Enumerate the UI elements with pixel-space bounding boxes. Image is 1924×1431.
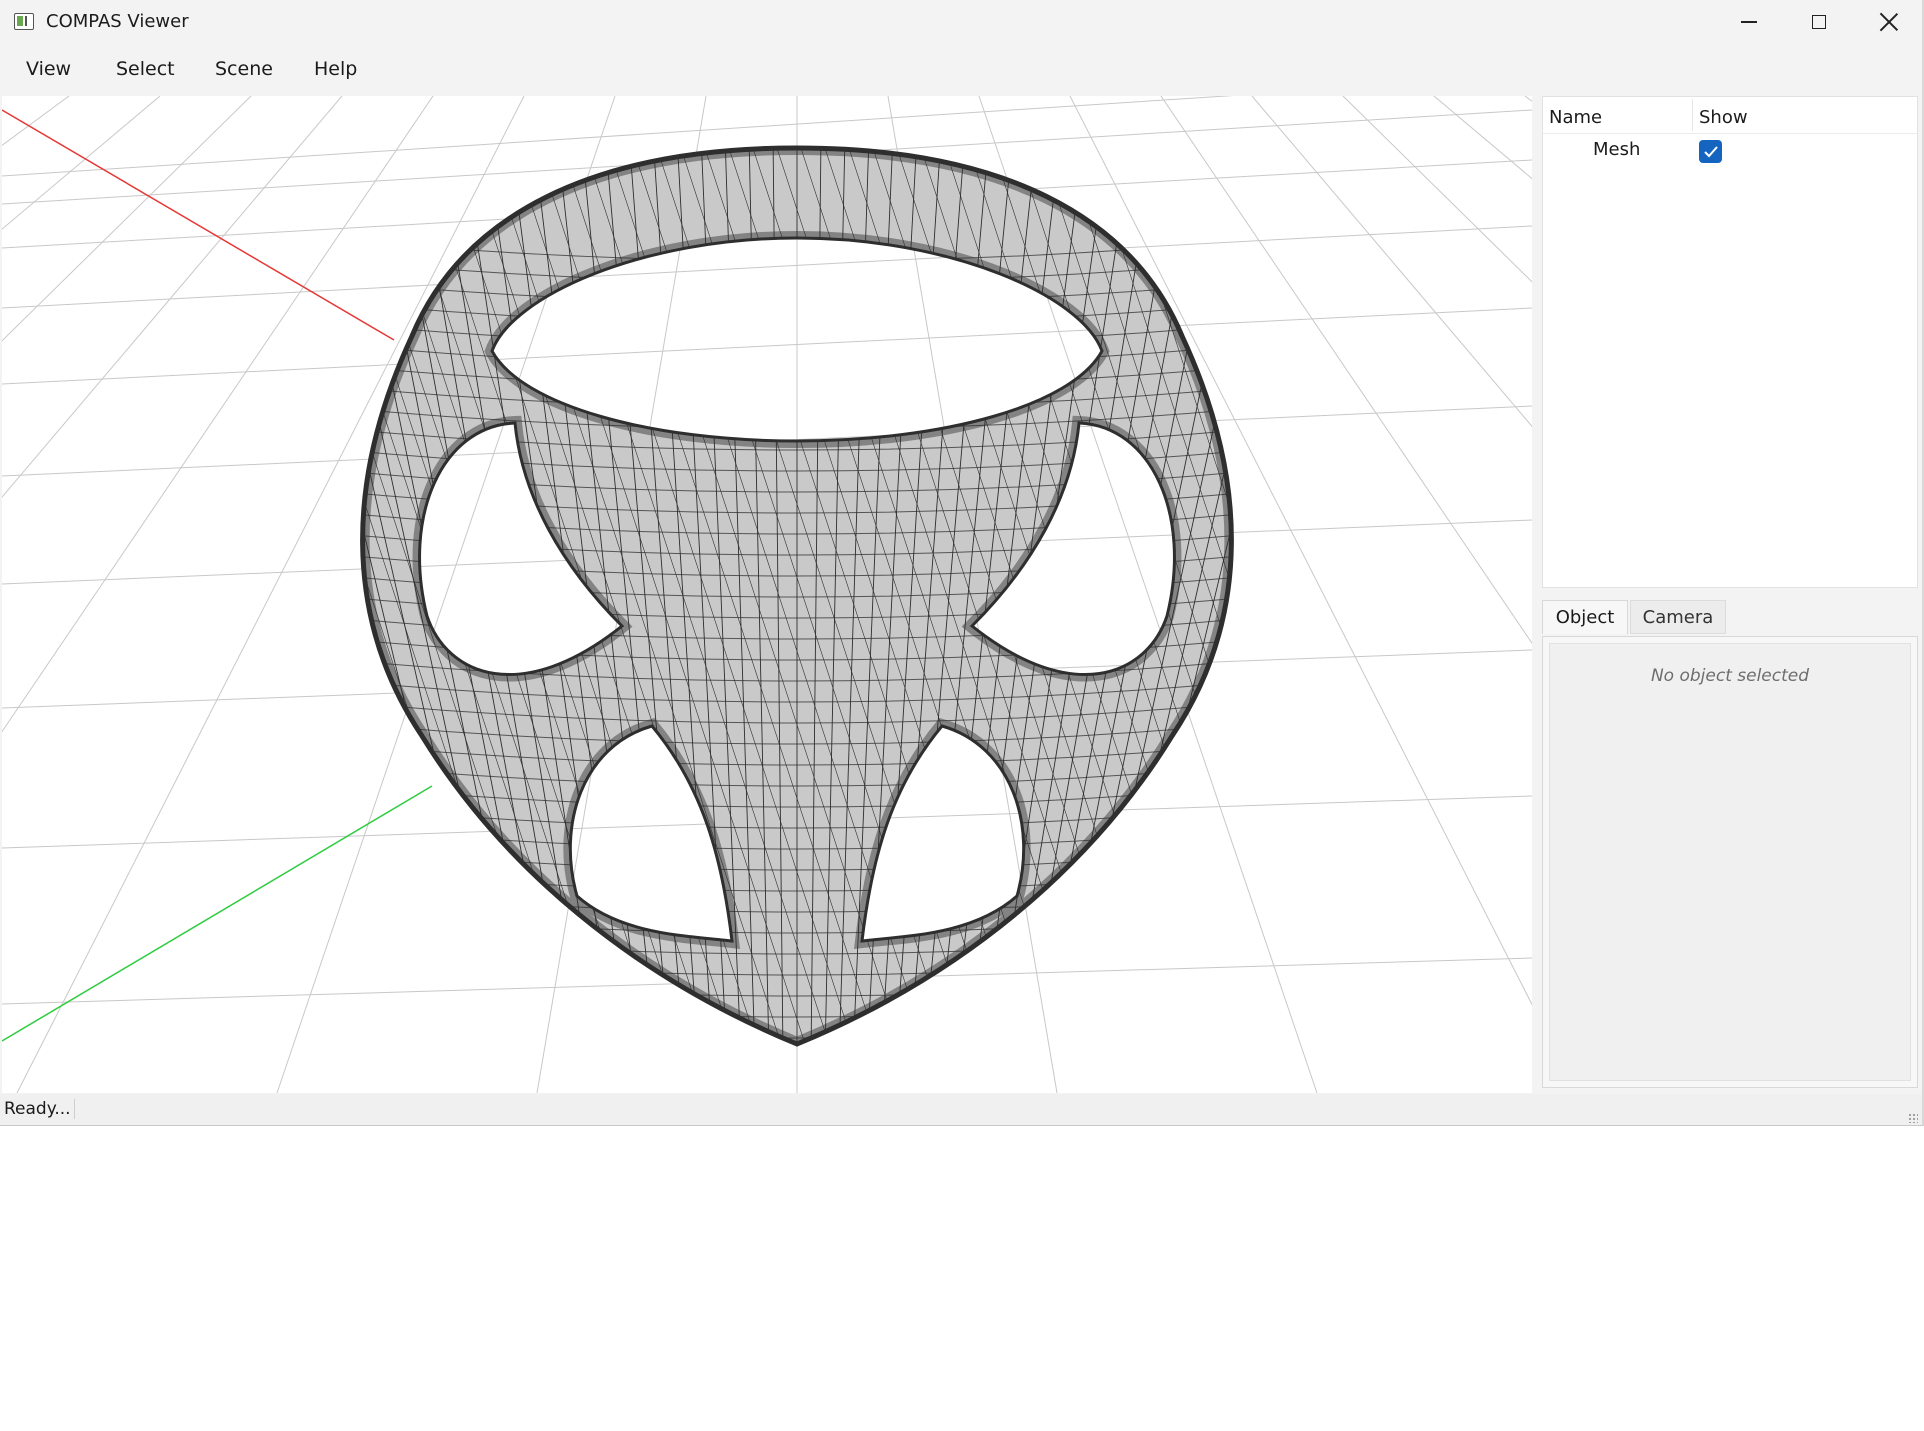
menu-scene[interactable]: Scene [211, 56, 277, 82]
mesh-edge [362, 148, 378, 1044]
grid-line [1342, 96, 1532, 283]
mesh-edge [362, 148, 476, 1044]
x-axis-line [2, 109, 395, 341]
minimize-button[interactable] [1714, 0, 1784, 44]
mesh-edge [1373, 136, 1532, 1056]
mesh-edge [1277, 136, 1532, 1056]
mesh-edge [362, 148, 406, 1044]
column-header-name[interactable]: Name [1549, 107, 1602, 128]
mesh-edge [1325, 136, 1532, 1056]
mesh-edge [362, 148, 474, 1044]
grid-line [2, 96, 70, 147]
scene-tree-panel: Name Show Mesh [1542, 96, 1918, 588]
mesh-edge [362, 148, 402, 1044]
object-panel-content: No object selected [1549, 643, 1911, 1081]
menu-bar: View Select Scene Help [0, 44, 1922, 94]
menu-select[interactable]: Select [112, 56, 179, 82]
tab-bar: Object Camera [1542, 598, 1918, 636]
status-bar: Ready... [0, 1094, 1922, 1125]
mesh-edge [362, 148, 462, 1044]
viewport-canvas[interactable] [2, 96, 1532, 1093]
grid-line [1524, 96, 1532, 102]
column-divider[interactable] [1692, 99, 1693, 131]
app-window: COMPAS Viewer View Select Scene Help Nam… [0, 0, 1924, 1126]
mesh-edge [1301, 136, 1532, 1056]
empty-message: No object selected [1650, 666, 1810, 686]
mesh-edge [1253, 136, 1532, 1056]
3d-viewport[interactable] [2, 96, 1532, 1093]
window-title: COMPAS Viewer [46, 11, 189, 32]
mesh-edge [1118, 148, 1232, 1044]
grid-line [2, 96, 161, 230]
close-icon [1880, 13, 1898, 31]
grid-line [1251, 96, 1532, 428]
mesh-edge [1228, 148, 1232, 1044]
grid-line [2, 307, 1532, 385]
tab-camera[interactable]: Camera [1630, 600, 1726, 634]
object-panel: No object selected [1542, 636, 1918, 1088]
maximize-icon [1812, 15, 1826, 29]
mesh-edge [1349, 136, 1532, 1056]
close-button[interactable] [1854, 0, 1922, 44]
status-text: Ready... [4, 1099, 75, 1119]
scene-row-mesh[interactable]: Mesh [1543, 137, 1917, 167]
grid-line [1433, 96, 1532, 180]
show-mesh-checkbox[interactable] [1699, 140, 1722, 163]
title-bar[interactable]: COMPAS Viewer [0, 0, 1922, 44]
grid-line [16, 96, 525, 1093]
mesh-edge [1216, 148, 1232, 1044]
resize-grip-icon[interactable] [1908, 1113, 1918, 1123]
mesh-edge [1084, 148, 1232, 1044]
mesh-edge [1060, 148, 1232, 1044]
mesh-edge [1188, 148, 1232, 1044]
app-icon [14, 13, 34, 30]
mesh-edge [362, 148, 392, 1044]
tab-object[interactable]: Object [1542, 600, 1628, 634]
mesh-edge [1493, 136, 1532, 1056]
header-divider [1543, 133, 1917, 134]
column-header-show[interactable]: Show [1699, 107, 1748, 128]
minimize-icon [1741, 21, 1757, 23]
checkmark-icon [1703, 145, 1718, 157]
y-axis-line [2, 785, 433, 1042]
grid-line [1069, 96, 1532, 1006]
mesh-edge [1204, 148, 1232, 1044]
scene-row-name: Mesh [1593, 139, 1641, 160]
mesh-edge [1108, 148, 1232, 1044]
menu-view[interactable]: View [22, 56, 75, 82]
mesh-edge [1202, 148, 1232, 1044]
mesh-object[interactable] [77, 136, 1532, 1080]
mesh-edge [1132, 148, 1232, 1044]
menu-help[interactable]: Help [310, 56, 361, 82]
mesh-edge [1421, 136, 1532, 1056]
mesh-edge [362, 148, 378, 1044]
mesh-edge [1397, 136, 1532, 1056]
mesh-edge [1012, 148, 1232, 1044]
mesh-edge [1036, 148, 1232, 1044]
maximize-button[interactable] [1784, 0, 1854, 44]
